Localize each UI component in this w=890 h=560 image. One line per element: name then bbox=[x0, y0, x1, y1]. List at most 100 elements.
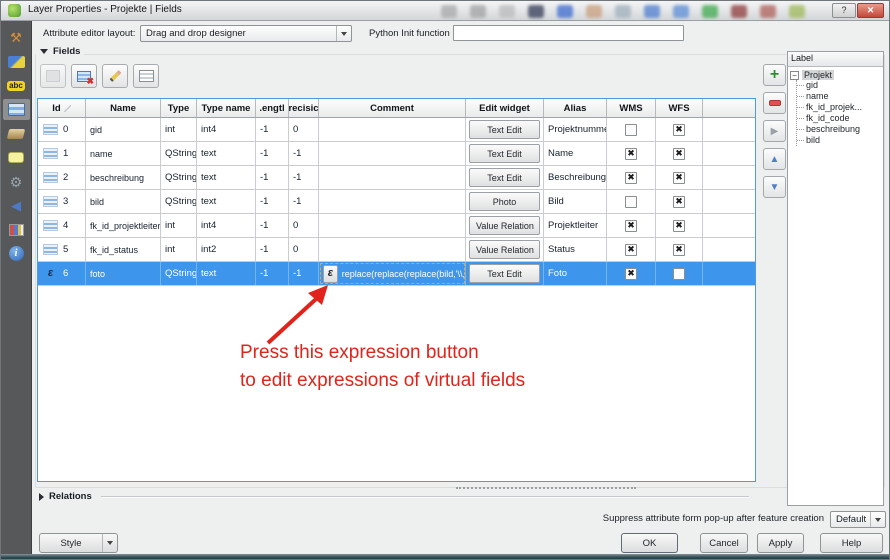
column-header[interactable]: Type bbox=[161, 99, 197, 117]
sidebar-item-general[interactable]: ⚒ bbox=[3, 27, 30, 48]
cancel-button[interactable]: Cancel bbox=[700, 533, 748, 553]
column-header[interactable]: .engtl bbox=[256, 99, 289, 117]
edit-widget-button[interactable]: Value Relation bbox=[469, 240, 540, 259]
sidebar-item-display[interactable] bbox=[3, 147, 30, 168]
column-header[interactable]: Name bbox=[86, 99, 161, 117]
relations-section-header[interactable]: Relations bbox=[39, 491, 759, 502]
column-header[interactable]: Comment bbox=[319, 99, 466, 117]
tree-item[interactable]: bild bbox=[797, 135, 881, 146]
sidebar-item-labels[interactable]: abc bbox=[3, 75, 30, 96]
divider bbox=[101, 496, 749, 498]
edit-widget-cell: Photo bbox=[466, 190, 544, 213]
precision-cell: 0 bbox=[289, 118, 319, 141]
move-up-button[interactable]: ▲ bbox=[763, 148, 786, 170]
attribute-editor-layout-select[interactable]: Drag and drop designer bbox=[140, 25, 352, 42]
style-menu-button[interactable]: Style bbox=[39, 533, 118, 553]
table-row[interactable]: 5fk_id_statusintint2-10Value RelationSta… bbox=[38, 238, 755, 262]
sidebar-item-joins[interactable]: ◀ bbox=[3, 195, 30, 216]
column-header[interactable]: recisic bbox=[289, 99, 319, 117]
sidebar-item-actions[interactable]: ⚙ bbox=[3, 171, 30, 192]
id-cell: ε6 bbox=[38, 262, 86, 285]
column-header[interactable]: WFS bbox=[656, 99, 703, 117]
tree-root-item[interactable]: Projekt bbox=[790, 70, 881, 80]
down-arrow-icon: ▼ bbox=[770, 182, 780, 193]
splitter-handle[interactable] bbox=[456, 487, 636, 490]
wfs-cell: ✖ bbox=[656, 190, 703, 213]
length-cell: -1 bbox=[256, 238, 289, 261]
wfs-checkbox[interactable]: ✖ bbox=[673, 148, 685, 160]
wms-checkbox[interactable]: ✖ bbox=[625, 268, 637, 280]
ok-button[interactable]: OK bbox=[621, 533, 678, 553]
edit-widget-button[interactable]: Value Relation bbox=[469, 216, 540, 235]
python-init-input[interactable] bbox=[453, 25, 684, 41]
remove-from-form-button[interactable] bbox=[763, 92, 786, 114]
type-cell: int bbox=[161, 238, 197, 261]
wfs-checkbox[interactable]: ✖ bbox=[673, 124, 685, 136]
wms-cell: ✖ bbox=[607, 166, 656, 189]
wfs-checkbox[interactable]: ✖ bbox=[673, 196, 685, 208]
column-header[interactable]: Type name bbox=[197, 99, 256, 117]
table-row[interactable]: 1nameQStringtext-1-1Text EditName✖✖ bbox=[38, 142, 755, 166]
tree-item[interactable]: name bbox=[797, 91, 881, 102]
new-field-button[interactable] bbox=[40, 64, 66, 88]
wfs-checkbox[interactable]: ✖ bbox=[673, 172, 685, 184]
edit-widget-button[interactable]: Text Edit bbox=[469, 168, 540, 187]
table-row[interactable]: ε6fotoQStringtext-1-1εreplace(replace(re… bbox=[38, 262, 755, 286]
column-header[interactable]: Id bbox=[38, 99, 86, 117]
window-close-button[interactable]: ✕ bbox=[857, 3, 884, 18]
tree-item[interactable]: gid bbox=[797, 80, 881, 91]
wfs-checkbox[interactable]: ✖ bbox=[673, 220, 685, 232]
sidebar-item-fields[interactable] bbox=[3, 99, 30, 120]
comment-cell bbox=[319, 214, 466, 237]
wms-checkbox[interactable]: ✖ bbox=[625, 244, 637, 256]
tree-item[interactable]: fk_id_projek... bbox=[797, 102, 881, 113]
wms-checkbox[interactable] bbox=[625, 196, 637, 208]
fields-section-header[interactable]: Fields bbox=[36, 46, 84, 57]
speech-bubble-icon bbox=[8, 152, 24, 163]
apply-layout-button[interactable]: ▶ bbox=[763, 120, 786, 142]
id-cell: 1 bbox=[38, 142, 86, 165]
delete-field-button[interactable]: ✖ bbox=[71, 64, 97, 88]
annotation-arrow bbox=[250, 283, 342, 345]
toggle-editing-button[interactable] bbox=[102, 64, 128, 88]
column-header-filler bbox=[703, 99, 755, 117]
tree-item[interactable]: beschreibung bbox=[797, 124, 881, 135]
alias-cell: Bild bbox=[544, 190, 607, 213]
new-column-icon bbox=[46, 70, 60, 82]
edit-widget-button[interactable]: Text Edit bbox=[469, 264, 540, 283]
wfs-cell bbox=[656, 262, 703, 285]
wfs-checkbox[interactable]: ✖ bbox=[673, 244, 685, 256]
add-to-form-button[interactable]: + bbox=[763, 64, 786, 86]
expression-button[interactable]: ε bbox=[323, 265, 338, 283]
column-header[interactable]: WMS bbox=[607, 99, 656, 117]
table-row[interactable]: 0gidintint4-10Text EditProjektnummer✖ bbox=[38, 118, 755, 142]
help-button[interactable]: Help bbox=[820, 533, 883, 553]
wms-checkbox[interactable]: ✖ bbox=[625, 148, 637, 160]
wms-checkbox[interactable] bbox=[625, 124, 637, 136]
field-calculator-button[interactable] bbox=[133, 64, 159, 88]
edit-widget-button[interactable]: Text Edit bbox=[469, 120, 540, 139]
column-header[interactable]: Alias bbox=[544, 99, 607, 117]
sidebar-item-diagrams[interactable] bbox=[3, 219, 30, 240]
table-row[interactable]: 3bildQStringtext-1-1PhotoBild✖ bbox=[38, 190, 755, 214]
wms-checkbox[interactable]: ✖ bbox=[625, 220, 637, 232]
edit-widget-button[interactable]: Photo bbox=[469, 192, 540, 211]
suppress-popup-select[interactable]: Default bbox=[830, 511, 886, 528]
table-row[interactable]: 2beschreibungQStringtext-1-1Text EditBes… bbox=[38, 166, 755, 190]
tree-header: Label bbox=[788, 52, 883, 67]
edit-widget-button[interactable]: Text Edit bbox=[469, 144, 540, 163]
sidebar-item-style[interactable] bbox=[3, 51, 30, 72]
collapse-icon[interactable] bbox=[790, 71, 799, 80]
wms-checkbox[interactable]: ✖ bbox=[625, 172, 637, 184]
move-down-button[interactable]: ▼ bbox=[763, 176, 786, 198]
wfs-checkbox[interactable] bbox=[673, 268, 685, 280]
apply-button[interactable]: Apply bbox=[757, 533, 804, 553]
sidebar-item-metadata[interactable]: i bbox=[3, 243, 30, 264]
window-help-button[interactable]: ? bbox=[832, 3, 856, 18]
plus-icon: + bbox=[770, 67, 779, 83]
chevron-down-icon bbox=[102, 534, 117, 552]
tree-item[interactable]: fk_id_code bbox=[797, 113, 881, 124]
column-header[interactable]: Edit widget bbox=[466, 99, 544, 117]
sidebar-item-rendering[interactable] bbox=[3, 123, 30, 144]
table-row[interactable]: 4fk_id_projektleiterintint4-10Value Rela… bbox=[38, 214, 755, 238]
